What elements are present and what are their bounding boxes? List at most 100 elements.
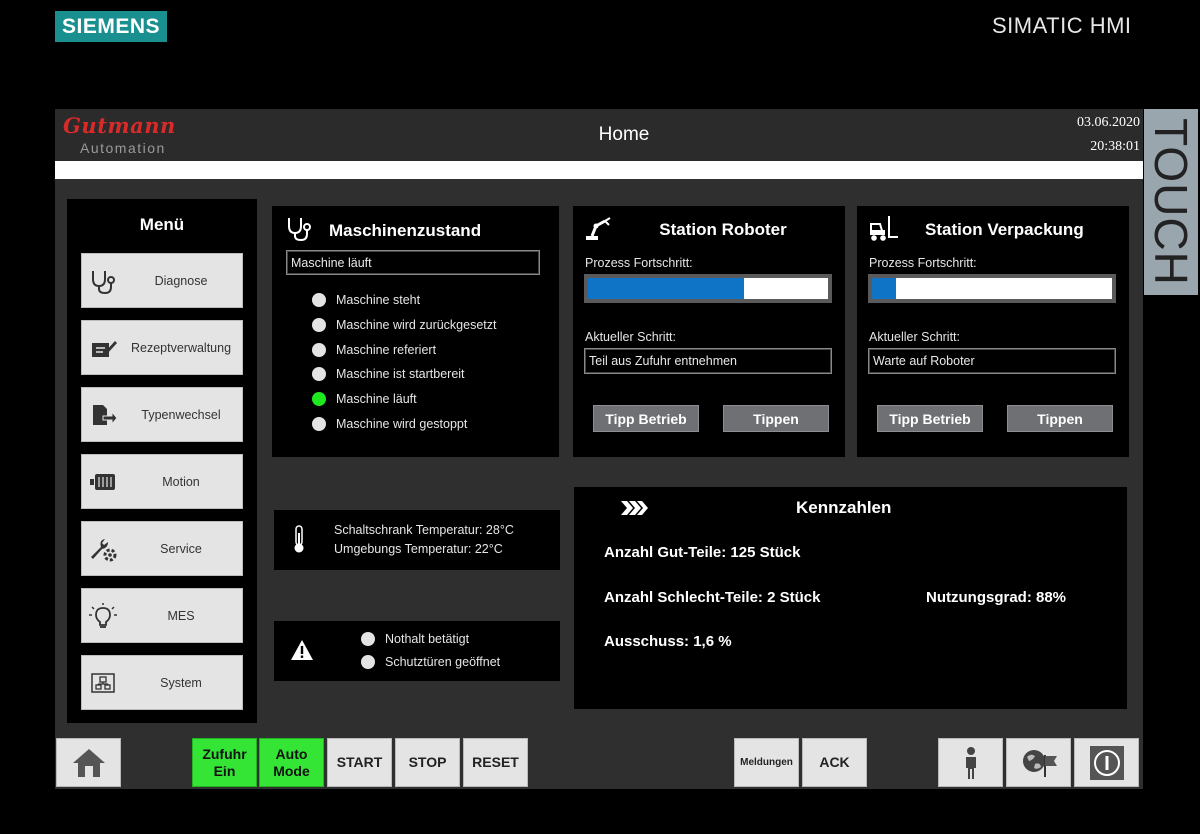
zufuhr-ein-button[interactable]: Zufuhr Ein [192,738,257,787]
station-robot-title: Station Roboter [659,220,787,239]
kpi-scrap: Ausschuss: 1,6 % [604,633,732,650]
siemens-logo: SIEMENS [55,11,167,42]
station-packing-title: Station Verpackung [925,220,1084,239]
state-led [312,367,326,381]
alarm-label: Nothalt betätigt [385,632,470,646]
kpi-title: Kennzahlen [796,498,892,517]
warning-icon [291,640,313,660]
current-step-field: Warte auf Roboter [868,348,1116,374]
state-led-active [312,392,326,406]
progress-bar-robot [584,274,832,303]
auto-mode-button[interactable]: Auto Mode [259,738,324,787]
menu-title: Menü [139,215,185,234]
alarm-line-bar [55,161,1143,179]
current-step-label: Aktueller Schritt: [585,330,677,344]
menu-button-rezeptverwaltung[interactable]: Rezeptverwaltung [81,320,243,375]
progress-fill [872,278,896,299]
tools-icon [91,539,117,562]
info-icon [1089,745,1124,780]
page-title: Home [598,124,650,145]
state-label: Maschine läuft [336,392,417,406]
state-row-machine-referencing: Maschine referiert [312,340,436,360]
tipp-betrieb-button[interactable]: Tipp Betrieb [593,405,699,432]
menu-panel: Menü Diagnose Rezeptverwaltung Typenwech [67,199,257,723]
state-row-machine-running: Maschine läuft [312,389,417,409]
current-step-field: Teil aus Zufuhr entnehmen [584,348,832,374]
menu-button-diagnose[interactable]: Diagnose [81,253,243,308]
state-row-machine-resetting: Maschine wird zurückgesetzt [312,315,496,335]
kpi-bad-parts: Anzahl Schlecht-Teile: 2 Stück [604,589,821,606]
auto-mode-label: Auto Mode [273,745,310,779]
temperature-panel: Schaltschrank Temperatur: 28°C Umgebungs… [274,510,560,570]
home-button[interactable] [56,738,121,787]
station-robot-panel: Station Roboter Prozess Fortschritt: Akt… [573,206,845,457]
ambient-temperature: Umgebungs Temperatur: 22°C [334,542,503,556]
state-label: Maschine wird zurückgesetzt [336,318,497,332]
lightbulb-icon [89,603,117,628]
state-led [312,417,326,431]
state-label: Maschine ist startbereit [336,367,465,381]
progress-label: Prozess Fortschritt: [585,256,693,270]
cabinet-temperature: Schaltschrank Temperatur: 28°C [334,523,514,537]
info-button[interactable] [1074,738,1139,787]
menu-button-service[interactable]: Service [81,521,243,576]
current-step-label: Aktueller Schritt: [869,330,961,344]
menu-button-label: Motion [162,474,200,489]
meldungen-button[interactable]: Meldungen [734,738,799,787]
menu-button-motion[interactable]: Motion [81,454,243,509]
stop-button[interactable]: STOP [395,738,460,787]
alarm-led [361,632,375,646]
tipp-betrieb-button[interactable]: Tipp Betrieb [877,405,983,432]
kpi-utilization: Nutzungsgrad: 88% [926,589,1067,606]
state-led [312,293,326,307]
alarm-panel: Nothalt betätigt Schutztüren geöffnet [274,621,560,681]
alarm-label: Schutztüren geöffnet [385,655,501,669]
system-icon [91,673,115,693]
menu-button-typenwechsel[interactable]: Typenwechsel [81,387,243,442]
forward-arrows-icon [621,501,648,515]
state-label: Maschine wird gestoppt [336,417,468,431]
alarm-row-safety-doors: Schutztüren geöffnet [361,652,500,672]
menu-button-mes[interactable]: MES [81,588,243,643]
zufuhr-ein-label: Zufuhr Ein [202,745,247,779]
kpi-panel: Kennzahlen Anzahl Gut-Teile: 125 Stück A… [574,487,1127,709]
edit-document-icon [92,341,117,357]
simatic-hmi-label: SIMATIC HMI [992,13,1132,38]
kpi-good-parts: Anzahl Gut-Teile: 125 Stück [604,544,801,561]
state-led [312,343,326,357]
home-icon [72,748,105,777]
thermometer-icon [294,525,304,553]
time-display: 20:38:01 [1090,139,1140,154]
language-button[interactable] [1006,738,1071,787]
header-bar: Gutmann Automation Home 03.06.2020 20:38… [55,109,1143,161]
document-change-icon [93,405,118,426]
state-label: Maschine steht [336,293,421,307]
user-icon [965,746,976,779]
menu-button-label: Rezeptverwaltung [130,340,232,355]
tippen-button[interactable]: Tippen [1007,405,1113,432]
state-row-machine-ready: Maschine ist startbereit [312,364,465,384]
reset-button[interactable]: RESET [463,738,528,787]
hmi-screen: Gutmann Automation Home 03.06.2020 20:38… [55,109,1143,789]
menu-button-label: Service [160,541,202,556]
alarm-row-emergency-stop: Nothalt betätigt [361,629,469,649]
machine-state-panel: Maschinenzustand Maschine läuft Maschine… [272,206,559,457]
progress-bar-packing [868,274,1116,303]
menu-button-system[interactable]: System [81,655,243,710]
stethoscope-icon [92,271,115,295]
state-row-machine-stopped: Maschine steht [312,290,420,310]
menu-button-label: Typenwechsel [141,407,221,422]
state-label: Maschine referiert [336,343,437,357]
menu-button-label: Diagnose [154,273,208,288]
menu-button-label: MES [167,608,195,623]
user-button[interactable] [938,738,1003,787]
globe-flag-icon [1022,749,1057,777]
menu-button-label: System [160,675,202,690]
tippen-button[interactable]: Tippen [723,405,829,432]
progress-label: Prozess Fortschritt: [869,256,977,270]
start-button[interactable]: START [327,738,392,787]
stethoscope-icon [288,218,311,242]
machine-state-title: Maschinenzustand [329,221,482,240]
alarm-led [361,655,375,669]
ack-button[interactable]: ACK [802,738,867,787]
